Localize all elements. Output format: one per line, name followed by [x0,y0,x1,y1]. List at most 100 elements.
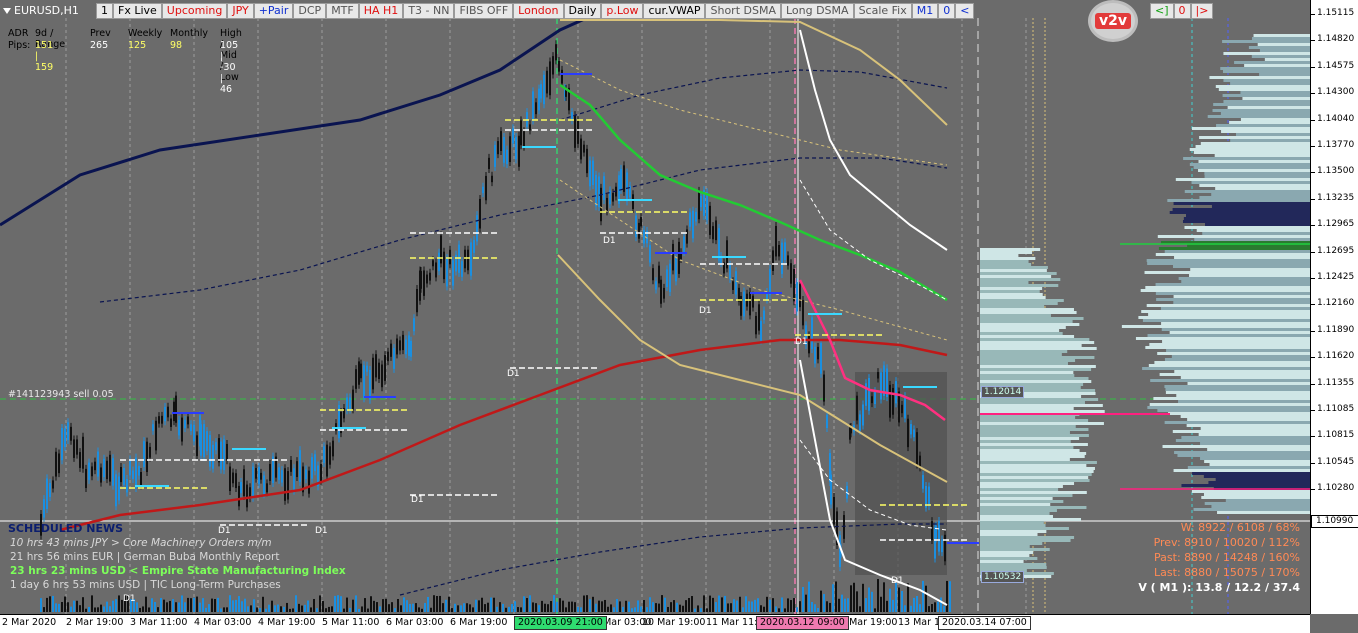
volume-bar [919,604,921,612]
volume-bar [778,608,780,612]
toolbar-button-14[interactable]: Short DSMA [705,3,781,19]
volume-profile-bar [980,410,1105,413]
chart-area[interactable]: D1 D1 D1 D1 D1 D1 D1 D1 D1 EURUSD,H1 1 Fx Live Upc… [0,0,1310,614]
volume-bar [754,599,756,612]
volume-bar [109,606,111,612]
volume-bar [799,601,801,612]
volume-bar [784,608,786,612]
candle-body [416,289,418,313]
volume-bar [460,605,462,612]
volume-bar [745,596,747,612]
candle-body [410,340,412,357]
volume-bar [583,595,585,612]
volume-bar [157,607,159,612]
volume-profile-right-bar [1204,175,1310,178]
volume-bar [442,603,444,612]
volume-bar [250,605,252,612]
volume-bar [259,608,261,612]
toolbar-button-5[interactable]: DCP [293,3,327,19]
volume-bar [82,597,84,612]
volume-bar [676,602,678,612]
candle-body [580,138,582,160]
toolbar-button-6[interactable]: MTF [326,3,359,19]
toolbar-button-15[interactable]: Long DSMA [780,3,854,19]
volume-profile-right-bar [1240,118,1310,121]
price-scale[interactable]: 1.15115 1.14820 1.14575 1.14300 1.14040 1.137… [1310,0,1358,614]
volume-bar [541,600,543,612]
volume-bar [652,602,654,612]
volume-profile-right-bar [1154,361,1310,364]
volume-bar [841,594,843,612]
candle-body [355,369,357,389]
candle-body [811,317,813,350]
volume-profile-bar [980,458,1070,461]
order-label[interactable]: #141123943 sell 0.05 [8,389,114,400]
candle-body [281,470,283,483]
volume-profile-right-bar [1189,163,1310,166]
volume-bar [475,599,477,612]
toolbar-button-9[interactable]: FIBS OFF [454,3,514,19]
volume-profile-right-bar [1198,433,1310,436]
time-scale[interactable]: 2 Mar 2020 2 Mar 19:00 3 Mar 11:00 4 Mar 03… [0,614,1310,633]
volume-bar [775,606,777,612]
volume-bar [331,606,333,612]
candle-body [529,124,531,131]
volume-bar [643,600,645,612]
toolbar-button-16[interactable]: Scale Fix [853,3,912,19]
volume-bar [586,595,588,612]
toolbar-button-1[interactable]: Fx Live [113,3,162,19]
candle-body [435,262,437,278]
toolbar-button-7[interactable]: HA H1 [358,3,404,19]
toolbar-button-8[interactable]: T3 - NN [403,3,455,19]
candle-body [907,418,909,448]
d1-label: D1 [411,495,424,505]
volume-profile-right-bar [1248,46,1310,49]
candle-body [729,264,731,279]
volume-bar [394,608,396,612]
candle-body [787,255,789,266]
volume-profile-right-bar [1146,304,1310,307]
adr-row-label: Pips: [8,40,31,51]
volume-profile-right-bar [1234,61,1310,64]
v2v-badge[interactable]: v2v [1088,0,1138,42]
volume-profile-bar [980,407,1074,410]
volume-profile-right-bar [1214,154,1310,157]
volume-bar [595,603,597,612]
toolbar-button-0[interactable]: 1 [96,3,113,19]
indicator-toolbar-right: <] 0 |> [1150,3,1214,19]
toolbar-button-19[interactable]: < [955,3,975,19]
candle-body [895,381,897,404]
toolbar-button-13[interactable]: cur.VWAP [643,3,706,19]
volume-bar [424,602,426,612]
toolbar_right-button-1[interactable]: 0 [1173,3,1191,19]
volume-profile-bar [980,326,1066,329]
toolbar-button-11[interactable]: Daily [563,3,602,19]
volume-bar [931,604,933,612]
volume-bar [604,599,606,612]
toolbar-button-18[interactable]: 0 [938,3,956,19]
candle-body [823,374,825,402]
volume-profile-bar [980,512,1050,515]
candle-body [532,91,534,121]
toolbar-button-2[interactable]: Upcoming [161,3,228,19]
toolbar-button-12[interactable]: p.Low [601,3,644,19]
toolbar-button-10[interactable]: London [513,3,564,19]
candle-body [796,282,798,312]
candle-body [360,363,362,379]
candle-body [326,444,328,477]
candle-body [106,460,108,480]
volume-bar [199,602,201,612]
candle-body [793,269,795,302]
candle-body [129,459,131,476]
volume-bar [532,602,534,612]
toolbar-button-4[interactable]: +Pair [253,3,294,19]
symbol-label: EURUSD,H1 [3,4,79,17]
toolbar-button-17[interactable]: M1 [911,3,939,19]
toolbar_right-button-2[interactable]: |> [1190,3,1214,19]
volume-bar [313,598,315,612]
volume-bar [397,599,399,612]
toolbar_right-button-0[interactable]: <] [1150,3,1174,19]
volume-bar [169,600,171,612]
volume-profile-right-bar [1142,367,1310,370]
toolbar-button-3[interactable]: JPY [227,3,254,19]
